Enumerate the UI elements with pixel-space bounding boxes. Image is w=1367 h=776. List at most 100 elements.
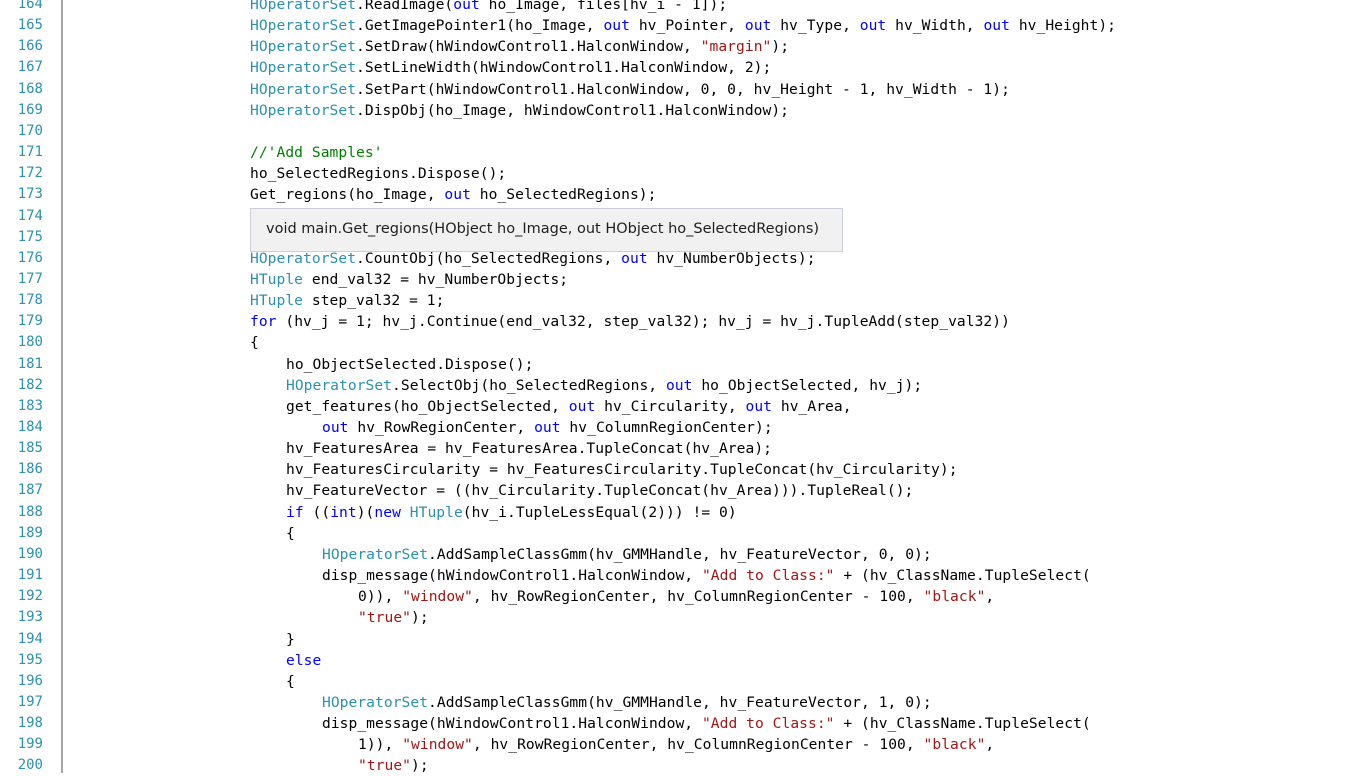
line-number: 172 (17, 165, 43, 182)
code-line[interactable]: 192 0)), "window", hv_RowRegionCenter, hv… (0, 586, 1367, 607)
code-text: disp_message(hWindowControl1.HalconWindo… (322, 565, 1091, 586)
code-line[interactable]: 185 hv_FeaturesArea = hv_FeaturesArea.Tup… (0, 438, 1367, 459)
code-token: "Add to Class:" (701, 715, 835, 733)
code-line[interactable]: 189 { (0, 523, 1367, 544)
code-token: .DispObj(ho_Image, hWindowControl1.Halco… (356, 101, 790, 119)
code-text: HOperatorSet.AddSampleClassGmm(hv_GMMHan… (322, 544, 932, 565)
code-line[interactable]: 187 hv_FeatureVector = ((hv_Circularity.T… (0, 480, 1367, 501)
code-line[interactable]: 164 HOperatorSet.ReadImage(out ho_Image, … (0, 0, 1367, 15)
code-token: out (568, 397, 596, 415)
code-token: //'Add Samples' (250, 144, 383, 162)
line-number: 165 (17, 17, 43, 34)
code-text: "true"); (358, 607, 429, 628)
code-line[interactable]: 184 out hv_RowRegionCenter, out hv_Column… (0, 417, 1367, 438)
code-text: HTuple end_val32 = hv_NumberObjects; (250, 269, 568, 290)
code-token: + (hv_ClassName.TupleSelect( (834, 715, 1091, 733)
code-token: . (356, 0, 365, 13)
code-token: } (286, 630, 295, 648)
code-text: HOperatorSet.ReadImage(out ho_Image, fil… (250, 0, 727, 15)
code-line[interactable]: 186 hv_FeaturesCircularity = hv_FeaturesC… (0, 459, 1367, 480)
code-line[interactable]: 190 HOperatorSet.AddSampleClassGmm(hv_GMM… (0, 544, 1367, 565)
code-line[interactable]: 197 HOperatorSet.AddSampleClassGmm(hv_GMM… (0, 692, 1367, 713)
code-line[interactable]: 169 HOperatorSet.DispObj(ho_Image, hWindo… (0, 100, 1367, 121)
code-token: step_val32 = 1; (303, 292, 445, 310)
line-number: 194 (17, 630, 43, 647)
line-number: 171 (17, 144, 43, 161)
code-token: ho_ObjectSelected.Dispose(); (286, 355, 534, 373)
code-line[interactable]: 195 else (0, 650, 1367, 671)
code-token: ReadImage( (364, 0, 454, 13)
code-token: HOperatorSet (286, 376, 393, 394)
code-line[interactable]: 194} (0, 629, 1367, 650)
code-line[interactable]: 178 HTuple step_val32 = 1; (0, 290, 1367, 311)
signature-tooltip: void main.Get_regions(HObject ho_Image, … (250, 208, 843, 252)
line-number: 184 (17, 419, 43, 435)
code-line[interactable]: 196 { (0, 671, 1367, 692)
code-token: .CountObj(ho_SelectedRegions, (356, 249, 622, 267)
code-line[interactable]: 170 (0, 121, 1367, 142)
line-number: 168 (17, 80, 43, 97)
code-token: out (322, 419, 349, 436)
code-token: (( (303, 503, 331, 521)
code-token: out (603, 17, 630, 35)
code-token: get_features(ho_ObjectSelected, (286, 397, 569, 415)
line-number: 180 (17, 334, 43, 351)
code-token: out (859, 17, 887, 35)
code-line[interactable]: 181 ho_ObjectSelected.Dispose(); (0, 354, 1367, 375)
code-token: hv_NumberObjects); (647, 249, 816, 267)
line-number: 169 (17, 101, 43, 118)
code-token: hv_Type, (771, 17, 860, 35)
code-text: hv_FeaturesCircularity = hv_FeaturesCirc… (286, 459, 958, 480)
code-line[interactable]: 188 if ((int)(new HTuple(hv_i.TupleLessEq… (0, 502, 1367, 523)
line-number: 197 (17, 693, 43, 710)
code-line[interactable]: 166 HOperatorSet.SetDraw(hWindowControl1.… (0, 36, 1367, 57)
code-line[interactable]: 183 get_features(ho_ObjectSelected, out h… (0, 396, 1367, 417)
code-editor[interactable]: 164 HOperatorSet.ReadImage(out ho_Image, … (0, 0, 1367, 775)
code-line[interactable]: 198 disp_message(hWindowControl1.HalconWi… (0, 713, 1367, 734)
code-text: else (286, 650, 321, 671)
code-token: new (374, 503, 401, 521)
code-token: out (444, 186, 471, 204)
code-text: hv_FeatureVector = ((hv_Circularity.Tupl… (286, 480, 913, 501)
code-token: ho_SelectedRegions); (470, 186, 657, 204)
code-line[interactable]: 179 for (hv_j = 1; hv_j.Continue(end_val3… (0, 311, 1367, 332)
code-token: HOperatorSet (250, 17, 357, 35)
code-token: disp_message(hWindowControl1.HalconWindo… (322, 567, 702, 585)
code-line[interactable]: 193 "true"); (0, 607, 1367, 628)
code-token: HOperatorSet (250, 59, 357, 77)
code-text: ho_ObjectSelected.Dispose(); (286, 354, 533, 375)
code-line[interactable]: 191 disp_message(hWindowControl1.HalconWi… (0, 565, 1367, 586)
line-number: 177 (17, 270, 43, 287)
code-token: end_val32 = hv_NumberObjects; (303, 270, 569, 288)
code-token: )( (356, 503, 375, 521)
code-line[interactable]: 199 1)), "window", hv_RowRegionCenter, hv… (0, 734, 1367, 755)
code-token: Get_regions(ho_Image, (250, 186, 445, 204)
code-token: "true" (358, 757, 412, 775)
code-text: if ((int)(new HTuple(hv_i.TupleLessEqual… (286, 502, 737, 523)
code-line[interactable]: 173 Get_regions(ho_Image, out ho_Selected… (0, 184, 1367, 205)
code-line[interactable]: 171 //'Add Samples' (0, 142, 1367, 163)
code-token: HTuple (250, 292, 304, 310)
code-line[interactable]: 177 HTuple end_val32 = hv_NumberObjects; (0, 269, 1367, 290)
code-text: HOperatorSet.SelectObj(ho_SelectedRegion… (286, 375, 922, 396)
code-token: HOperatorSet (250, 38, 357, 56)
code-text: for (hv_j = 1; hv_j.Continue(end_val32, … (250, 311, 1010, 332)
code-token: ); (771, 38, 790, 56)
code-line[interactable]: 180 { (0, 332, 1367, 353)
line-number: 198 (17, 715, 43, 732)
code-token: .GetImagePointer1(ho_Image, (356, 17, 604, 35)
code-token: , hv_RowRegionCenter, hv_ColumnRegionCen… (472, 736, 924, 754)
line-number: 195 (17, 651, 43, 668)
code-token: "black" (923, 736, 986, 754)
line-number: 166 (17, 38, 43, 55)
code-line[interactable]: 165 HOperatorSet.GetImagePointer1(ho_Imag… (0, 15, 1367, 36)
code-token: hv_Circularity, (595, 397, 746, 415)
code-token: disp_message(hWindowControl1.HalconWindo… (322, 715, 702, 733)
code-line[interactable]: 172 ho_SelectedRegions.Dispose(); (0, 163, 1367, 184)
code-token: .SelectObj(ho_SelectedRegions, (392, 376, 666, 394)
code-token: hv_RowRegionCenter, (348, 419, 535, 436)
code-line[interactable]: 167 HOperatorSet.SetLineWidth(hWindowCont… (0, 57, 1367, 78)
code-line[interactable]: 182 HOperatorSet.SelectObj(ho_SelectedReg… (0, 375, 1367, 396)
code-line[interactable]: 168 HOperatorSet.SetPart(hWindowControl1.… (0, 79, 1367, 100)
code-token: hv_FeaturesCircularity = hv_FeaturesCirc… (286, 461, 958, 479)
